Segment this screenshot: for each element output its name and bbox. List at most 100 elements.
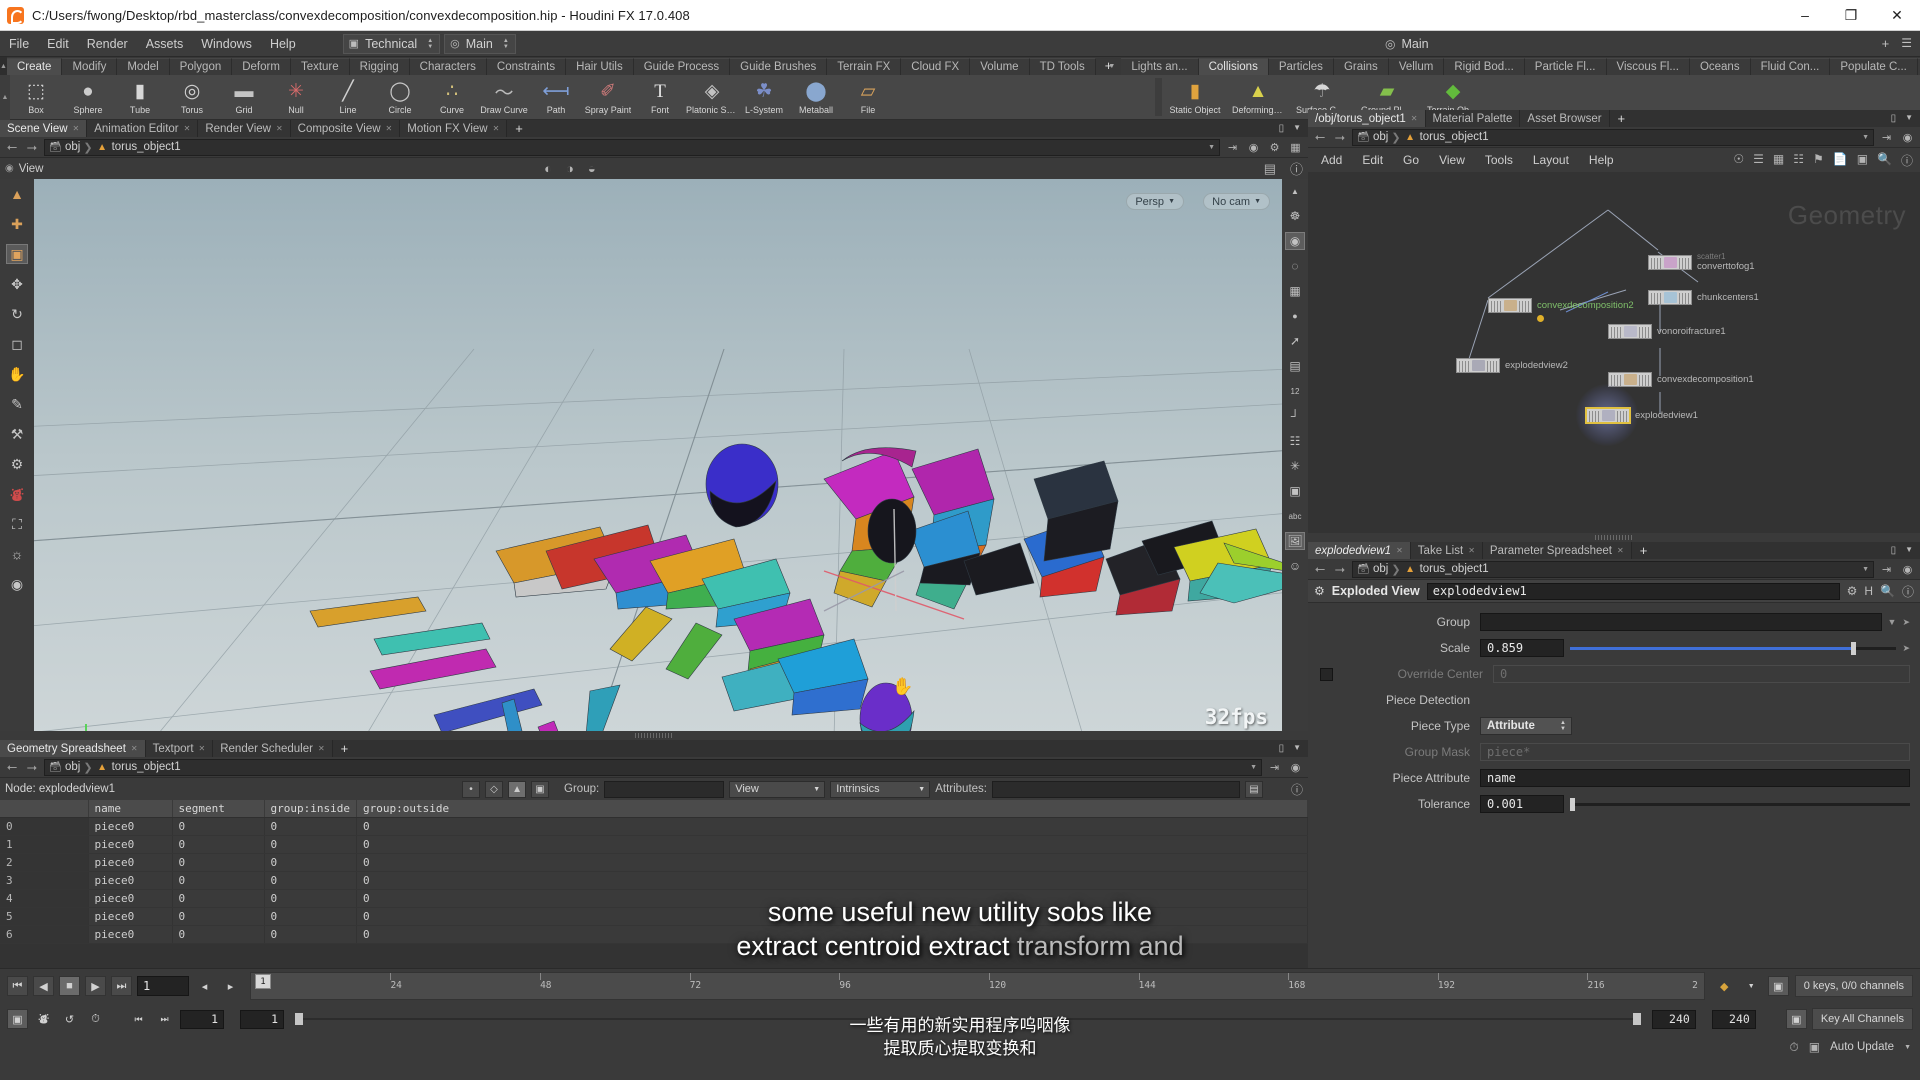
shelf-tool-metaball[interactable]: ⬤ Metaball (790, 75, 842, 120)
close-icon[interactable]: ✕ (184, 124, 191, 133)
pane-menu-icon[interactable]: ▼ (1905, 545, 1913, 556)
group-picker-icon[interactable]: ▼ (1888, 617, 1897, 627)
shelf-tab-collisions[interactable]: Collisions (1198, 58, 1269, 75)
tab-animation-editor[interactable]: Animation Editor ✕ (87, 120, 199, 137)
menu-help[interactable]: Help (261, 31, 305, 57)
camera-selector[interactable]: No cam ▼ (1203, 193, 1270, 210)
viewport-view-menu[interactable]: ◉ View (5, 163, 43, 175)
layout-selector[interactable]: ◎ Main ▲ ▼ (444, 33, 516, 54)
wireframe-icon[interactable]: ▦ (1285, 282, 1305, 300)
key-all-channels-menu[interactable]: Key All Channels (1811, 1008, 1913, 1030)
pane-menu-icon[interactable]: ▼ (1293, 123, 1301, 134)
playback-range-slider[interactable] (295, 1011, 1641, 1027)
close-icon[interactable]: ✕ (386, 124, 393, 133)
step-back-button[interactable]: ◀ (33, 976, 54, 996)
group-select-icon[interactable]: ➤ (1902, 617, 1910, 628)
slider-knob[interactable] (1850, 642, 1856, 655)
shelf-tools-scroll-icon[interactable]: ▲ (0, 74, 10, 120)
close-icon[interactable]: ✕ (73, 124, 80, 133)
forward-arrow-icon[interactable]: ⭢ (1332, 129, 1348, 145)
network-node-explodedview2[interactable]: explodedview2 (1456, 358, 1568, 373)
pane-menu-icon[interactable]: ▼ (1905, 113, 1913, 124)
shelf-overflow-caret-icon[interactable]: ▼ (1108, 63, 1115, 70)
layout-grid-icon[interactable]: ▦ (1287, 139, 1304, 156)
network-node-convexdecomposition1[interactable]: convexdecomposition1 (1608, 372, 1754, 387)
light-bulb-icon[interactable]: ☺ (1285, 557, 1305, 575)
shelf-tab-particles[interactable]: Particles (1268, 58, 1334, 75)
node-box[interactable] (1608, 324, 1652, 339)
step-frame-back-icon[interactable]: ◂ (194, 976, 215, 996)
tab-render-scheduler[interactable]: Render Scheduler ✕ (213, 740, 333, 757)
back-arrow-icon[interactable]: ⭠ (1312, 129, 1328, 145)
table-row[interactable]: 3 piece0 0 0 0 (0, 871, 1308, 890)
param-field-group[interactable] (1480, 613, 1882, 631)
shelf-tab-cloud-fx[interactable]: Cloud FX (901, 58, 971, 75)
menu-overflow-icon[interactable]: ☰ (1901, 36, 1912, 51)
edit-tool-icon[interactable]: ⚙ (6, 454, 28, 474)
range-handle-right[interactable] (1632, 1013, 1641, 1025)
slider-knob[interactable] (1570, 798, 1575, 811)
parameter-add-tab-button[interactable]: + (1632, 543, 1656, 558)
ghost-display-icon[interactable]: ◌ (1285, 257, 1305, 275)
shelf-tool-line[interactable]: ╱ Line (322, 75, 374, 120)
back-arrow-icon[interactable]: ⭠ (4, 759, 20, 775)
shelf-tab-guide-process[interactable]: Guide Process (633, 58, 731, 75)
network-node-vonoroifracture1[interactable]: vonoroifracture1 (1608, 324, 1726, 339)
parameter-gear-icon[interactable]: ⚙ (1847, 584, 1858, 598)
spreadsheet-table-wrap[interactable]: name segment group:inside group:outside … (0, 800, 1308, 950)
persp-view-selector[interactable]: Persp ▼ (1126, 193, 1184, 210)
move-tool-icon[interactable]: ✥ (6, 274, 28, 294)
corner-icon[interactable]: ┘ (1285, 407, 1305, 425)
network-flag-icon[interactable]: ⚑ (1813, 152, 1824, 169)
path-dropdown-icon[interactable]: ▼ (1862, 134, 1869, 141)
node-box[interactable] (1488, 298, 1544, 322)
back-arrow-icon[interactable]: ⭠ (4, 139, 20, 155)
range-end-field[interactable]: 240 (1651, 1009, 1696, 1029)
sync-path-button[interactable]: ◉ (1287, 759, 1304, 776)
shelf-tab-fluid-containers[interactable]: Fluid Con... (1750, 58, 1831, 75)
shelf-tab-rigging[interactable]: Rigging (349, 58, 410, 75)
snap-icon[interactable]: ⛇ (33, 1009, 54, 1029)
path-dropdown-icon[interactable]: ▼ (1862, 566, 1869, 573)
handles-tool-icon[interactable]: ✚ (6, 214, 28, 234)
jump-start-button[interactable]: ⏮ (7, 976, 28, 996)
menu-windows[interactable]: Windows (192, 31, 261, 57)
menu-edit[interactable]: Edit (38, 31, 78, 57)
camera-tool-icon[interactable]: ⛶ (6, 514, 28, 534)
help-icon[interactable]: ⓘ (1291, 781, 1303, 798)
shelf-tool-null[interactable]: ✳ Null (270, 75, 322, 120)
abc-icon[interactable]: abc (1285, 507, 1305, 525)
shelf-tab-volume[interactable]: Volume (970, 58, 1030, 75)
table-row[interactable]: 0 piece0 0 0 0 (0, 817, 1308, 836)
shelf-scroll-up-icon[interactable]: ▲ (0, 57, 7, 75)
scale-tool-icon[interactable]: ◻ (6, 334, 28, 354)
point-display-icon[interactable]: ● (1285, 307, 1305, 325)
shelf-tab-modify[interactable]: Modify (62, 58, 118, 75)
desktop-selector[interactable]: ▣ Technical ▲ ▼ (342, 33, 441, 54)
shelf-tab-deform[interactable]: Deform (232, 58, 291, 75)
channels-key-icon[interactable]: ▣ (1785, 1009, 1807, 1029)
forward-arrow-icon[interactable]: ⭢ (1332, 561, 1348, 577)
parameter-help-icon[interactable]: ⓘ (1902, 583, 1914, 600)
operator-name-field[interactable]: explodedview1 (1426, 582, 1840, 600)
tab-textport[interactable]: Textport ✕ (145, 740, 214, 757)
network-menu-edit[interactable]: Edit (1353, 148, 1392, 172)
spreadsheet-intrinsics-select[interactable]: Intrinsics ▼ (830, 780, 931, 798)
forward-arrow-icon[interactable]: ⭢ (24, 759, 40, 775)
shelf-tab-characters[interactable]: Characters (409, 58, 487, 75)
viewport-splitter[interactable] (0, 731, 1308, 740)
view-tool-icon[interactable]: ▣ (6, 244, 28, 264)
pose-tool-icon[interactable]: ✋ (6, 364, 28, 384)
menu-assets[interactable]: Assets (137, 31, 193, 57)
numbers-icon[interactable]: 12 (1285, 382, 1305, 400)
node-box[interactable] (1648, 290, 1692, 305)
sync-path-button[interactable]: ◉ (1899, 561, 1916, 578)
path-dropdown-icon[interactable]: ▼ (1208, 144, 1215, 151)
node-box[interactable] (1648, 254, 1692, 270)
network-splitter[interactable] (1308, 533, 1920, 542)
rotate-tool-icon[interactable]: ↻ (6, 304, 28, 324)
network-tree-icon[interactable]: ☷ (1793, 152, 1804, 169)
pane-maximize-icon[interactable]: ▯ (1891, 113, 1897, 124)
viewport-scroll-up-icon[interactable]: ▲ (1285, 182, 1305, 200)
network-node-converttofog1[interactable]: scatter1 converttofog1 (1648, 252, 1755, 272)
